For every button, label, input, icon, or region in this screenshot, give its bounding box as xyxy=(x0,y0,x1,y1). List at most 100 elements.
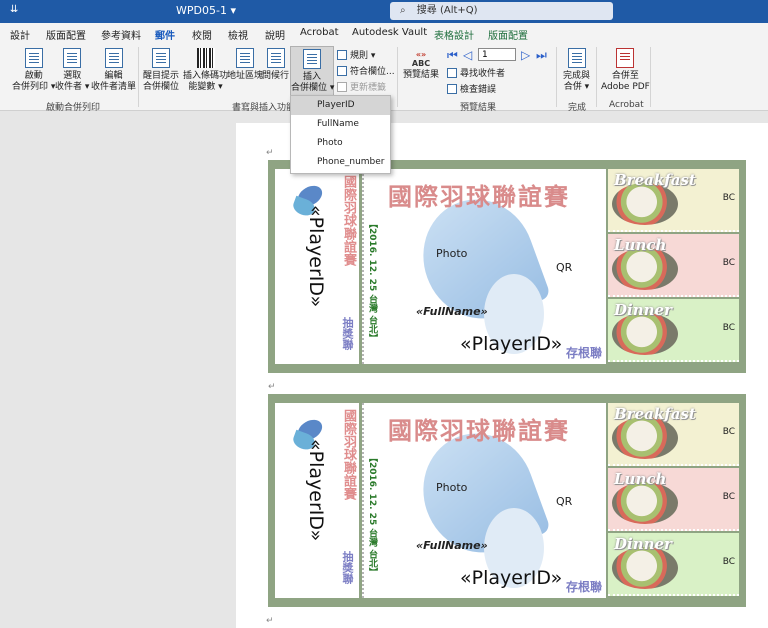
meal-coupon-dinner: Dinner BC xyxy=(608,299,739,362)
tab-acrobat[interactable]: Acrobat xyxy=(300,27,339,38)
stub-title: 國際羽球聯誼賽 xyxy=(341,409,356,500)
player-id-field: «PlayerID» xyxy=(460,333,563,355)
tab-design[interactable]: 設計 xyxy=(10,27,30,42)
group-acrobat: Acrobat xyxy=(609,100,644,110)
quick-access-toolbar[interactable]: ⇊ xyxy=(10,4,18,15)
tab-review[interactable]: 校閱 xyxy=(192,27,212,42)
full-name-field: «FullName» xyxy=(416,305,488,318)
tab-table-design[interactable]: 表格設計 xyxy=(434,27,474,42)
ticket-main: 【2016. 12. 25 台灣 台北】 國際羽球聯誼賽 Photo QR «F… xyxy=(362,403,606,598)
find-recipient-button[interactable]: 尋找收件者 xyxy=(447,66,505,79)
meal-coupon-lunch: Lunch BC xyxy=(608,234,739,297)
highlight-fields-icon xyxy=(152,48,170,68)
paragraph-mark: ↵ xyxy=(268,382,276,392)
check-errors-icon xyxy=(447,84,457,94)
ticket-main: 【2016. 12. 25 台灣 台北】 國際羽球聯誼賽 Photo QR «F… xyxy=(362,169,606,364)
ribbon-tabs: 設計 版面配置 參考資料 郵件 校閱 檢視 說明 Acrobat Autodes… xyxy=(0,23,768,45)
tab-help[interactable]: 說明 xyxy=(265,27,285,42)
meal-coupon-dinner: Dinner BC xyxy=(608,533,739,596)
ticket-card: 國際羽球聯誼賽 «PlayerID» 抽獎聯 【2016. 12. 25 台灣 … xyxy=(268,160,746,373)
title-bar: ⇊ WPD05-1 ▾ ⌕ 搜尋 (Alt+Q) xyxy=(0,0,768,23)
date-place: 【2016. 12. 25 台灣 台北】 xyxy=(367,453,377,577)
rules-button[interactable]: 規則 ▾ xyxy=(337,48,375,61)
search-icon: ⌕ xyxy=(400,5,406,16)
keep-stub-label: 存根聯 xyxy=(566,580,603,594)
breakfast-photo-icon xyxy=(612,417,678,459)
qr-field: QR xyxy=(556,495,573,508)
meal-coupons: Breakfast BC Lunch BC Dinner BC xyxy=(608,403,739,598)
greeting-line-button[interactable]: 問候行 xyxy=(262,48,289,82)
insert-barcode-field-button[interactable]: 插入條碼功 能變數 ▾ xyxy=(183,48,228,93)
document-title[interactable]: WPD05-1 ▾ xyxy=(176,4,236,17)
group-start-mail-merge: 啟動合併列印 xyxy=(46,103,101,113)
ticket-title: 國際羽球聯誼賽 xyxy=(388,182,570,211)
tab-table-layout[interactable]: 版面配置 xyxy=(488,27,528,42)
meal-title: Lunch xyxy=(614,470,667,488)
ticket-stub: 國際羽球聯誼賽 «PlayerID» 抽獎聯 xyxy=(275,169,359,364)
meal-coupon-lunch: Lunch BC xyxy=(608,468,739,531)
tab-mailings[interactable]: 郵件 xyxy=(155,27,175,45)
select-recipients-button[interactable]: 選取 收件者 ▾ xyxy=(55,48,89,93)
find-recipient-icon xyxy=(447,68,457,78)
ticket-title: 國際羽球聯誼賽 xyxy=(388,416,570,445)
meal-coupon-breakfast: Breakfast BC xyxy=(608,403,739,466)
shuttlecock-graphic-icon xyxy=(414,199,564,354)
update-labels-button[interactable]: 更新標籤 xyxy=(337,80,386,93)
recipients-icon xyxy=(63,48,82,68)
search-box[interactable]: ⌕ 搜尋 (Alt+Q) xyxy=(390,2,613,20)
record-number-input[interactable]: 1 xyxy=(478,48,516,61)
group-separator xyxy=(138,47,139,107)
previous-record-icon[interactable]: ◁ xyxy=(463,48,472,62)
edit-list-icon xyxy=(104,48,123,68)
meal-title: Dinner xyxy=(614,535,672,553)
ticket-card: 國際羽球聯誼賽 «PlayerID» 抽獎聯 【2016. 12. 25 台灣 … xyxy=(268,394,746,607)
tab-layout[interactable]: 版面配置 xyxy=(46,27,86,42)
meal-title: Breakfast xyxy=(614,171,696,189)
merge-field-option[interactable]: Photo xyxy=(291,134,390,153)
insert-merge-field-button[interactable]: 插入 合併欄位 ▾ xyxy=(290,46,334,96)
stub-player-id: «PlayerID» xyxy=(305,439,327,542)
preview-results-button[interactable]: «» ABC 預覽結果 xyxy=(403,50,439,81)
lunch-photo-icon xyxy=(612,248,678,290)
rules-icon xyxy=(337,50,347,60)
address-block-button[interactable]: 地址區塊 xyxy=(227,48,263,82)
meal-coupons: Breakfast BC Lunch BC Dinner BC xyxy=(608,169,739,364)
document-envelope-icon xyxy=(24,48,43,68)
lunch-photo-icon xyxy=(612,482,678,524)
start-mail-merge-button[interactable]: 啟動 合併列印 ▾ xyxy=(12,48,55,93)
paragraph-mark: ↵ xyxy=(266,148,274,158)
match-fields-button[interactable]: 符合欄位... xyxy=(337,64,395,77)
stub-title: 國際羽球聯誼賽 xyxy=(341,175,356,266)
paragraph-mark: ↵ xyxy=(266,616,274,626)
barcode-field: BC xyxy=(722,258,735,268)
group-separator xyxy=(556,47,557,107)
ticket-stub: 國際羽球聯誼賽 «PlayerID» 抽獎聯 xyxy=(275,403,359,598)
group-separator xyxy=(596,47,597,107)
merge-field-option[interactable]: FullName xyxy=(291,115,390,134)
merge-field-option[interactable]: PlayerID xyxy=(291,96,390,115)
merge-to-adobe-pdf-button[interactable]: 合併至 Adobe PDF xyxy=(601,48,650,93)
meal-coupon-breakfast: Breakfast BC xyxy=(608,169,739,232)
check-errors-button[interactable]: 檢查錯誤 xyxy=(447,82,496,95)
last-record-icon[interactable]: ⏭ xyxy=(536,48,547,63)
meal-title: Breakfast xyxy=(614,405,696,423)
barcode-field: BC xyxy=(722,427,735,437)
shuttlecock-graphic-icon xyxy=(414,433,564,588)
barcode-field: BC xyxy=(722,193,735,203)
tab-references[interactable]: 參考資料 xyxy=(101,27,141,42)
edit-recipient-list-button[interactable]: 編輯 收件者清單 xyxy=(91,48,136,93)
photo-field: Photo xyxy=(436,247,468,260)
merge-field-option[interactable]: Phone_number xyxy=(291,153,390,172)
first-record-icon[interactable]: ⏮ xyxy=(447,48,458,63)
match-fields-icon xyxy=(337,66,347,76)
qr-field: QR xyxy=(556,261,573,274)
finish-merge-button[interactable]: 完成與 合併 ▾ xyxy=(563,48,590,93)
highlight-merge-fields-button[interactable]: 醒目提示 合併欄位 xyxy=(143,48,179,93)
tab-view[interactable]: 檢視 xyxy=(228,27,248,42)
address-block-icon xyxy=(236,48,254,68)
meal-title: Dinner xyxy=(614,301,672,319)
tab-autodesk-vault[interactable]: Autodesk Vault xyxy=(352,27,427,38)
full-name-field: «FullName» xyxy=(416,539,488,552)
next-record-icon[interactable]: ▷ xyxy=(521,48,530,62)
date-place: 【2016. 12. 25 台灣 台北】 xyxy=(367,219,377,343)
